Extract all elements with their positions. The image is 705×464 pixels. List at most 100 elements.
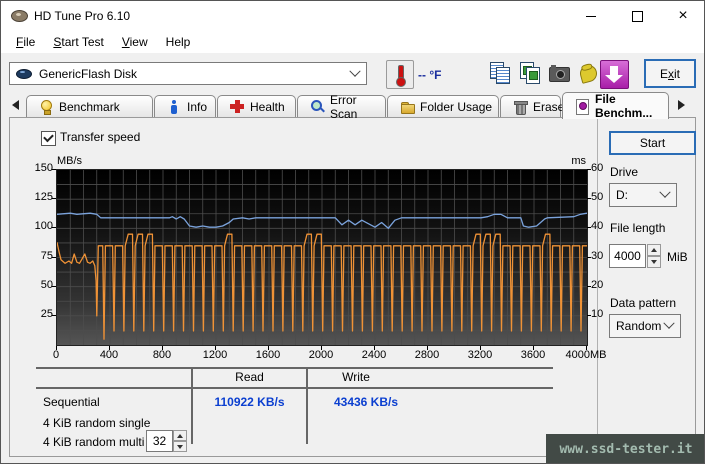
magnifier-icon [310,99,324,114]
y-left-tick: 100 [29,220,53,232]
tab-benchmark[interactable]: Benchmark [26,95,153,117]
thread-count-stepper [173,430,187,452]
tick-mark [587,227,591,228]
tab-label: Erase [533,100,564,114]
minimize-button[interactable] [568,1,614,31]
y-left-axis-unit: MB/s [57,155,82,167]
table-line [36,367,553,369]
close-icon: × [678,8,687,24]
drive-select[interactable]: D: [609,183,677,207]
row-label-random-multi: 4 KiB random multi [43,435,144,449]
tick-mark [268,346,269,350]
tick-mark [52,227,56,228]
arrow-up-icon [177,434,183,438]
arrow-left-icon [12,100,19,110]
x-tick: 4000MB [554,349,618,361]
download-arrow-icon [610,66,618,75]
menu-bar: FileStart TestViewHelp [1,31,704,53]
stepper-down-button[interactable] [647,256,661,268]
arrow-down-icon [177,445,183,449]
tick-mark [587,286,591,287]
tick-mark [587,169,591,170]
file-length-label: File length [610,221,665,235]
row-label-sequential: Sequential [43,395,100,409]
stepper-down-button[interactable] [173,441,187,452]
thread-count-input[interactable]: 32 [146,430,173,452]
tick-mark [162,346,163,350]
y-right-tick: 60 [591,162,615,174]
tab-label: Folder Usage [420,100,492,114]
copy-text-button[interactable] [488,61,514,86]
table-line [306,367,308,444]
hd-tune-window: HD Tune Pro 6.10 × FileStart TestViewHel… [0,0,705,464]
tab-health[interactable]: Health [217,95,296,117]
temperature-button[interactable] [386,60,414,89]
device-selector[interactable]: GenericFlash Disk [9,62,367,85]
menu-help[interactable]: Help [157,33,200,51]
red-cross-icon [230,99,244,114]
menu-file[interactable]: File [7,33,44,51]
tab-error-scan[interactable]: Error Scan [297,95,386,117]
tab-scroll-right[interactable] [675,98,688,112]
data-pattern-select[interactable]: Random [609,314,681,338]
tick-mark [321,346,322,350]
tab-scroll-left[interactable] [9,98,22,112]
read-column-header: Read [193,370,306,384]
info-icon [167,99,181,114]
screenshot-button[interactable] [546,61,572,86]
device-selector-value: GenericFlash Disk [39,67,137,81]
tab-label: Health [250,100,285,114]
tab-folder-usage[interactable]: Folder Usage [387,95,499,117]
window-title: HD Tune Pro 6.10 [34,9,130,23]
write-column-header: Write [306,370,406,384]
data-pattern-value: Random [616,319,661,333]
tick-mark [374,346,375,350]
tick-mark [587,315,591,316]
arrow-right-icon [678,100,685,110]
lightbulb-icon [39,99,53,114]
watermark: www.ssd-tester.it [546,434,705,464]
stepper-up-button[interactable] [173,430,187,441]
menu-start-test[interactable]: Start Test [44,33,112,51]
hand-button[interactable] [575,61,601,86]
y-left-tick: 25 [29,308,53,320]
exit-button[interactable]: Exit [644,59,696,88]
tab-label: Info [187,100,207,114]
arrow-down-icon [651,260,657,264]
tick-mark [52,198,56,199]
tick-mark [52,257,56,258]
thermometer-icon [398,65,404,80]
tab-erase[interactable]: Erase [500,95,561,117]
minimize-icon [586,16,596,17]
camera-icon [549,67,570,82]
transfer-speed-checkbox[interactable] [41,131,56,146]
app-disk-icon [11,10,28,22]
maximize-button[interactable] [614,1,660,31]
data-pattern-label: Data pattern [610,296,676,310]
chevron-down-icon [349,65,360,76]
y-right-tick: 10 [591,308,615,320]
stepper-up-button[interactable] [647,244,661,256]
tick-mark [52,315,56,316]
disk-icon [16,69,32,79]
row-label-random-single: 4 KiB random single [43,416,150,430]
drive-select-value: D: [616,188,628,202]
y-left-tick: 50 [29,279,53,291]
y-right-tick: 40 [591,220,615,232]
save-results-button[interactable] [600,60,629,89]
hand-icon [578,63,599,84]
tick-mark [480,346,481,350]
title-bar: HD Tune Pro 6.10 × [1,1,704,31]
tab-label: Error Scan [330,93,385,121]
close-button[interactable]: × [660,1,705,31]
file-length-unit: MiB [667,250,688,264]
chevron-down-icon [659,187,670,198]
start-button[interactable]: Start [609,131,696,155]
table-line [36,387,553,389]
copy-image-button[interactable] [518,61,544,86]
tab-info[interactable]: Info [154,95,216,117]
menu-view[interactable]: View [113,33,157,51]
y-right-tick: 50 [591,191,615,203]
page-bulb-icon [575,99,589,114]
tab-file-benchmark[interactable]: File Benchm... [562,92,669,119]
